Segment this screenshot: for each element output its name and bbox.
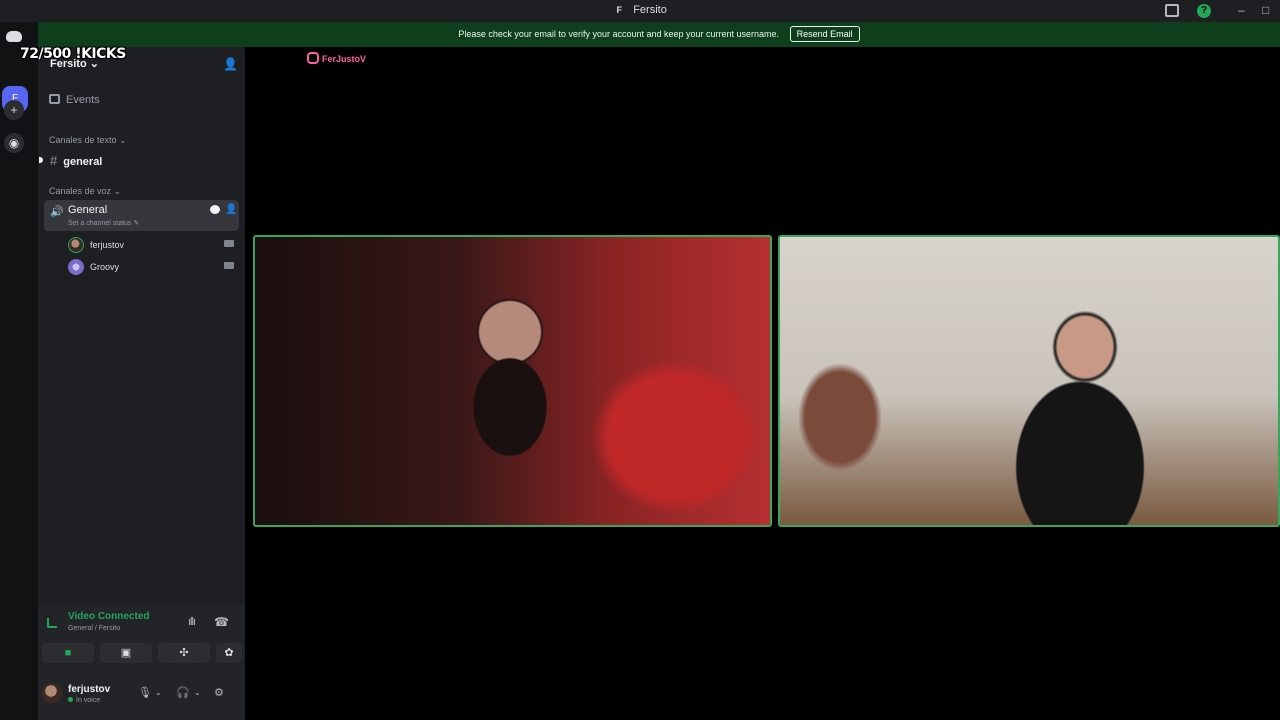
window-title: F Fersito: [0, 4, 1280, 16]
server-rail: F + ◉: [0, 22, 38, 720]
noise-suppression-icon[interactable]: ıllı: [188, 616, 196, 628]
mic-options-chevron-icon[interactable]: ⌄: [155, 688, 162, 697]
avatar: [68, 259, 84, 275]
status-dot-icon: [68, 697, 73, 702]
voice-channel-name: General: [68, 204, 108, 216]
instagram-handle-overlay: FerJustoV: [307, 52, 366, 64]
connection-signal-icon[interactable]: [47, 618, 57, 628]
video-stage: FerJustoV: [245, 47, 1280, 720]
video-tile-participant-1[interactable]: [253, 235, 772, 527]
video-tile-participant-2[interactable]: [778, 235, 1280, 527]
video-camera-icon: [224, 262, 234, 269]
video-connected-status: Video Connected: [68, 611, 150, 622]
video-camera-icon: [224, 240, 234, 247]
maximize-icon[interactable]: □: [1262, 3, 1269, 17]
voice-channel-general[interactable]: 🔊 General Set a channel status ✎ 👤: [44, 200, 239, 231]
chat-icon[interactable]: [210, 205, 220, 214]
invite-people-icon[interactable]: 👤: [223, 57, 238, 71]
user-status: In voice: [68, 697, 100, 704]
speaker-icon: 🔊: [50, 206, 64, 218]
title-bar: F Fersito ? – □: [0, 0, 1280, 22]
channel-general[interactable]: # general: [50, 153, 102, 168]
add-server-icon[interactable]: +: [4, 100, 24, 120]
category-voice-channels[interactable]: Canales de voz ⌄: [49, 186, 121, 197]
activities-button[interactable]: ✣: [158, 643, 210, 663]
user-panel: ferjustov In voice 🎙 ⌄ 🎧 ⌄ ⚙: [38, 675, 245, 720]
server-title-icon: F: [616, 5, 622, 15]
settings-gear-icon[interactable]: ⚙: [214, 686, 224, 699]
set-channel-status[interactable]: Set a channel status ✎: [68, 219, 139, 227]
avatar: [68, 237, 84, 253]
voice-location[interactable]: General / Fersito: [68, 625, 120, 632]
user-name[interactable]: ferjustov: [68, 684, 110, 695]
headphone-options-chevron-icon[interactable]: ⌄: [194, 688, 201, 697]
resend-email-button[interactable]: Resend Email: [789, 26, 860, 42]
verify-email-banner: Please check your email to verify your a…: [38, 22, 1280, 47]
screen-share-button[interactable]: ▣: [100, 643, 152, 663]
disconnect-icon[interactable]: ☎: [214, 615, 229, 629]
inbox-icon[interactable]: [1165, 4, 1179, 17]
banner-message: Please check your email to verify your a…: [458, 29, 780, 39]
explore-icon[interactable]: ◉: [4, 133, 24, 153]
events-item[interactable]: Events: [49, 94, 100, 106]
headphones-icon[interactable]: 🎧: [176, 686, 190, 699]
discord-home-icon[interactable]: [6, 31, 22, 42]
camera-button[interactable]: ■: [42, 643, 94, 663]
help-icon[interactable]: ?: [1197, 4, 1211, 18]
kicks-counter-overlay: 72/500 !KICKS: [20, 46, 126, 62]
hash-icon: #: [50, 153, 58, 168]
minimize-icon[interactable]: –: [1238, 3, 1245, 17]
instagram-icon: [307, 52, 319, 64]
microphone-icon[interactable]: 🎙: [138, 686, 152, 699]
soundboard-button[interactable]: ✿: [216, 643, 242, 663]
invite-to-channel-icon[interactable]: 👤: [225, 204, 237, 215]
channel-sidebar: Fersito ⌄ 👤 Events Canales de texto ⌄ # g…: [38, 47, 245, 720]
category-text-channels[interactable]: Canales de texto ⌄: [49, 135, 127, 146]
calendar-icon: [49, 94, 60, 104]
user-avatar[interactable]: [42, 683, 62, 703]
unread-indicator: [39, 157, 43, 163]
